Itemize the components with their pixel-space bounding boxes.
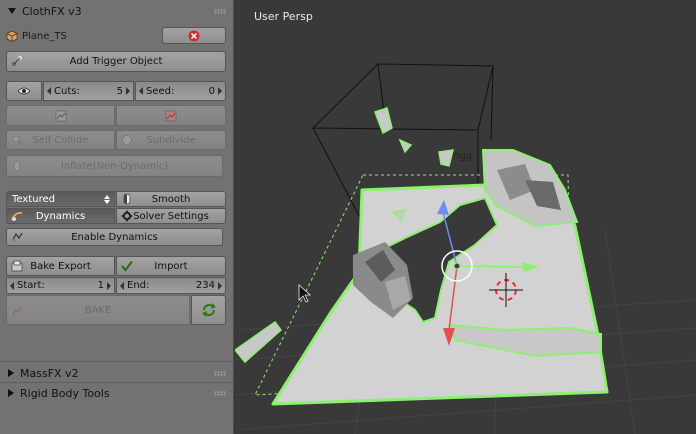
decrement-arrow-icon[interactable] bbox=[139, 87, 143, 95]
shading-mode-dropdown[interactable]: Textured bbox=[6, 191, 115, 207]
expand-right-icon bbox=[8, 369, 14, 377]
seed-field[interactable]: Seed: 0 bbox=[135, 81, 226, 101]
cuts-value: 5 bbox=[116, 85, 123, 97]
end-label: End: bbox=[127, 280, 150, 291]
cuts-label: Cuts: bbox=[54, 85, 80, 97]
end-value: 234 bbox=[195, 280, 215, 291]
dynamics-icon bbox=[11, 211, 23, 221]
start-value: 1 bbox=[97, 280, 104, 291]
mouse-pointer-icon bbox=[298, 284, 312, 303]
graph-mode-button[interactable] bbox=[6, 105, 115, 126]
visibility-toggle[interactable] bbox=[6, 81, 42, 101]
viewport-title: User Persp bbox=[254, 10, 313, 23]
dynamics-tab[interactable]: Dynamics bbox=[6, 208, 115, 224]
inflate-icon bbox=[13, 160, 21, 172]
self-collide-label: Self Collide bbox=[32, 134, 89, 146]
gear-icon bbox=[121, 210, 133, 222]
cuts-field[interactable]: Cuts: 5 bbox=[43, 81, 134, 101]
start-frame-field[interactable]: Start: 1 bbox=[6, 277, 115, 294]
rigid-body-tools-header[interactable]: Rigid Body Tools bbox=[0, 383, 234, 403]
drag-grip-icon[interactable] bbox=[214, 9, 226, 14]
clothfx-panel-header[interactable]: ClothFX v3 bbox=[0, 1, 234, 21]
remove-object-button[interactable] bbox=[162, 27, 226, 44]
smooth-icon bbox=[123, 193, 131, 205]
graph-icon bbox=[55, 110, 66, 121]
end-frame-field[interactable]: End: 234 bbox=[116, 277, 226, 294]
tool-panel: ClothFX v3 Plane_TS Add Trigger Object C… bbox=[0, 0, 234, 434]
export-icon bbox=[11, 260, 23, 272]
3d-viewport[interactable]: Trigg User Persp bbox=[235, 0, 696, 434]
refresh-bake-button[interactable] bbox=[191, 295, 226, 325]
object-origin-point bbox=[453, 262, 461, 270]
increment-arrow-icon[interactable] bbox=[107, 282, 111, 290]
subdivide-button[interactable]: Subdivide bbox=[116, 130, 226, 150]
clothfx-title: ClothFX v3 bbox=[22, 4, 82, 18]
start-label: Start: bbox=[17, 280, 45, 291]
bake-button[interactable]: BAKE bbox=[6, 295, 190, 325]
smooth-label: Smooth bbox=[151, 193, 191, 205]
smooth-toggle[interactable]: Smooth bbox=[116, 191, 226, 207]
subdivide-icon bbox=[122, 135, 132, 145]
increment-arrow-icon[interactable] bbox=[218, 282, 222, 290]
decrement-arrow-icon[interactable] bbox=[47, 87, 51, 95]
increment-arrow-icon[interactable] bbox=[126, 87, 130, 95]
seed-value: 0 bbox=[208, 85, 215, 97]
refresh-icon bbox=[201, 303, 216, 317]
decrement-arrow-icon[interactable] bbox=[10, 282, 14, 290]
enable-dynamics-label: Enable Dynamics bbox=[71, 231, 158, 243]
subdivide-label: Subdivide bbox=[146, 134, 196, 146]
bake-export-label: Bake Export bbox=[30, 260, 91, 272]
bake-export-button[interactable]: Bake Export bbox=[6, 256, 115, 276]
add-trigger-object-label: Add Trigger Object bbox=[69, 56, 163, 67]
dropdown-arrows-icon bbox=[104, 195, 110, 204]
solver-settings-label: Solver Settings bbox=[133, 210, 209, 222]
close-icon bbox=[188, 30, 200, 41]
eye-icon bbox=[17, 87, 31, 95]
drag-grip-icon[interactable] bbox=[214, 391, 226, 396]
collapse-down-icon bbox=[8, 8, 16, 14]
viewport-canvas[interactable]: Trigg bbox=[235, 0, 696, 434]
trigger-icon bbox=[12, 56, 22, 66]
mesh-object-icon bbox=[6, 30, 18, 42]
expand-right-icon bbox=[8, 389, 14, 397]
dynamics-label: Dynamics bbox=[35, 210, 86, 222]
enable-dynamics-button[interactable]: Enable Dynamics bbox=[6, 228, 223, 246]
enable-dynamics-icon bbox=[11, 232, 23, 242]
decrement-arrow-icon[interactable] bbox=[120, 282, 124, 290]
self-collide-icon bbox=[12, 135, 23, 146]
panel-divider bbox=[0, 361, 234, 362]
checkmark-icon bbox=[121, 260, 133, 272]
bake-label: BAKE bbox=[84, 304, 112, 316]
seed-label: Seed: bbox=[146, 85, 175, 97]
increment-arrow-icon[interactable] bbox=[218, 87, 222, 95]
inflate-button[interactable]: Inflate(Non-Dynamic) bbox=[6, 155, 223, 177]
solver-settings-tab[interactable]: Solver Settings bbox=[116, 208, 226, 224]
bake-icon bbox=[12, 306, 22, 316]
self-collide-button[interactable]: Self Collide bbox=[6, 130, 115, 150]
weight-paint-icon bbox=[165, 110, 177, 121]
drag-grip-icon[interactable] bbox=[214, 371, 226, 376]
object-name: Plane_TS bbox=[22, 30, 67, 42]
rigid-body-tools-title: Rigid Body Tools bbox=[20, 386, 110, 400]
import-button[interactable]: Import bbox=[116, 256, 226, 276]
shading-mode-value: Textured bbox=[12, 193, 55, 205]
massfx-title: MassFX v2 bbox=[20, 366, 79, 380]
import-label: Import bbox=[154, 260, 188, 272]
inflate-label: Inflate(Non-Dynamic) bbox=[60, 160, 169, 172]
weight-paint-button[interactable] bbox=[116, 105, 226, 126]
add-trigger-object-button[interactable]: Add Trigger Object bbox=[6, 51, 226, 72]
massfx-panel-header[interactable]: MassFX v2 bbox=[0, 363, 234, 383]
